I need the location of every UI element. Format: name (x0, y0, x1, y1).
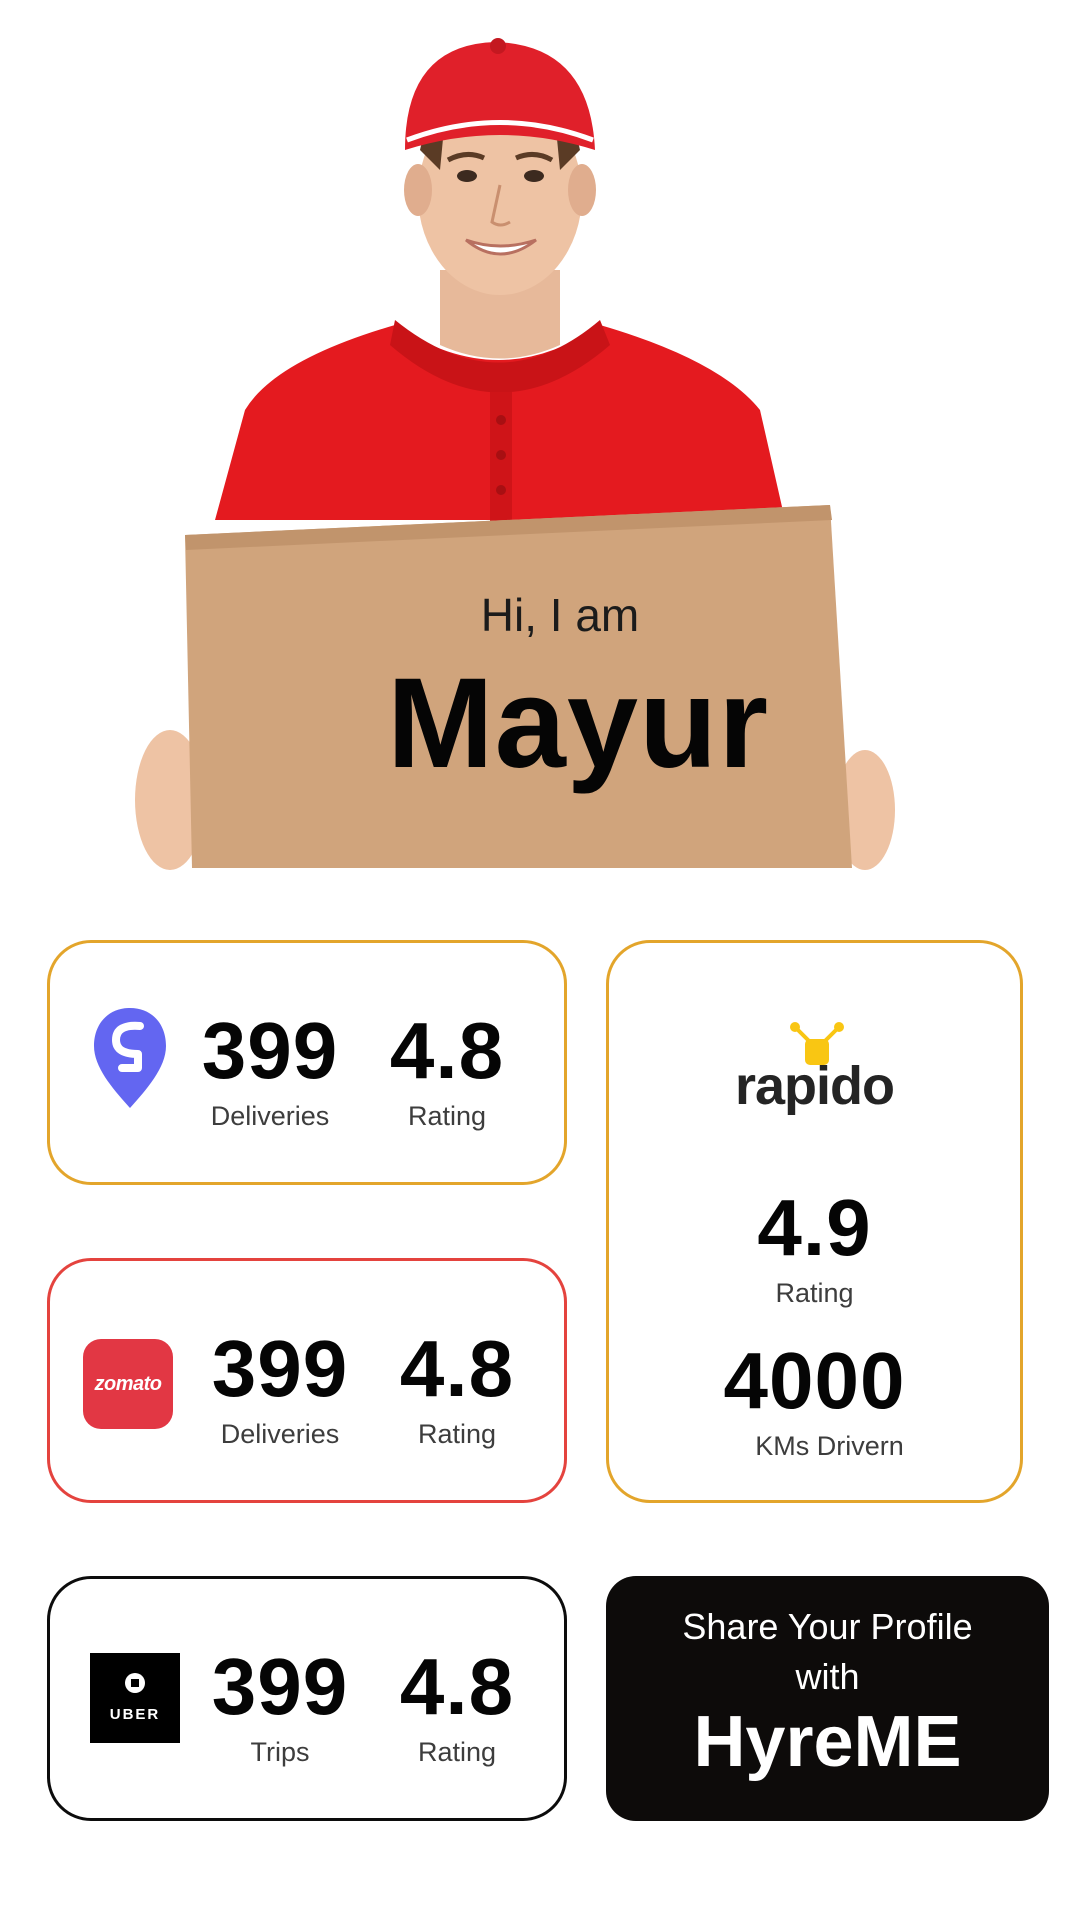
rapido-rating-value: 4.9 (757, 1183, 872, 1272)
rapido-rating-label: Rating (775, 1278, 854, 1308)
rapido-logo-text: rapido (734, 1056, 895, 1116)
hyreme-brand: HyreME (693, 1702, 962, 1782)
uber-rating-label: Rating (417, 1737, 497, 1767)
uber-trips-stat: 399 Trips (200, 1642, 360, 1768)
swiggy-rating-value: 4.8 (389, 1006, 505, 1095)
rapido-logo: rapido (609, 1021, 1020, 1121)
swiggy-deliveries-value: 399 (201, 1006, 339, 1095)
share-line-2: with (795, 1656, 860, 1697)
uber-rating-value: 4.8 (399, 1642, 515, 1731)
uber-rating-stat: 4.8 Rating (382, 1642, 532, 1768)
uber-stats-card[interactable]: UBER 399 Trips 4.8 Rating (47, 1576, 567, 1821)
zomato-deliveries-stat: 399 Deliveries (200, 1324, 360, 1450)
profile-name: Mayur (387, 652, 769, 795)
zomato-deliveries-value: 399 (211, 1324, 349, 1413)
rapido-stats-card[interactable]: rapido 4.9 Rating 4000 KMs Drivern (606, 940, 1023, 1503)
share-line-1: Share Your Profile (682, 1606, 973, 1647)
swiggy-rating-stat: 4.8 Rating (372, 1006, 522, 1132)
swiggy-deliveries-stat: 399 Deliveries (190, 1006, 350, 1132)
swiggy-icon (94, 1008, 166, 1108)
uber-trips-label: Trips (250, 1737, 310, 1767)
uber-trips-value: 399 (211, 1642, 349, 1731)
zomato-logo-text: zomato (94, 1372, 163, 1395)
rapido-rating-stat: 4.9 Rating (609, 1183, 1020, 1309)
hero-section: Hi, I am Mayur (0, 0, 1080, 870)
greeting-text: Hi, I am (480, 589, 640, 641)
swiggy-rating-label: Rating (407, 1101, 487, 1131)
swiggy-deliveries-label: Deliveries (210, 1101, 330, 1131)
zomato-deliveries-label: Deliveries (220, 1419, 340, 1449)
swiggy-stats-card[interactable]: 399 Deliveries 4.8 Rating (47, 940, 567, 1185)
zomato-rating-value: 4.8 (399, 1324, 515, 1413)
uber-logo-text: UBER (109, 1706, 161, 1723)
zomato-logo: zomato (83, 1339, 173, 1429)
rapido-kms-label: KMs Drivern (755, 1431, 904, 1461)
share-profile-button[interactable]: Share Your Profile with HyreME (606, 1576, 1049, 1821)
rapido-kms-stat: 4000 KMs Drivern (609, 1336, 1020, 1462)
zomato-stats-card[interactable]: zomato 399 Deliveries 4.8 Rating (47, 1258, 567, 1503)
uber-circle-icon (125, 1673, 145, 1693)
zomato-rating-stat: 4.8 Rating (382, 1324, 532, 1450)
rapido-kms-value: 4000 (723, 1336, 906, 1425)
uber-logo: UBER (90, 1653, 180, 1743)
zomato-rating-label: Rating (417, 1419, 497, 1449)
